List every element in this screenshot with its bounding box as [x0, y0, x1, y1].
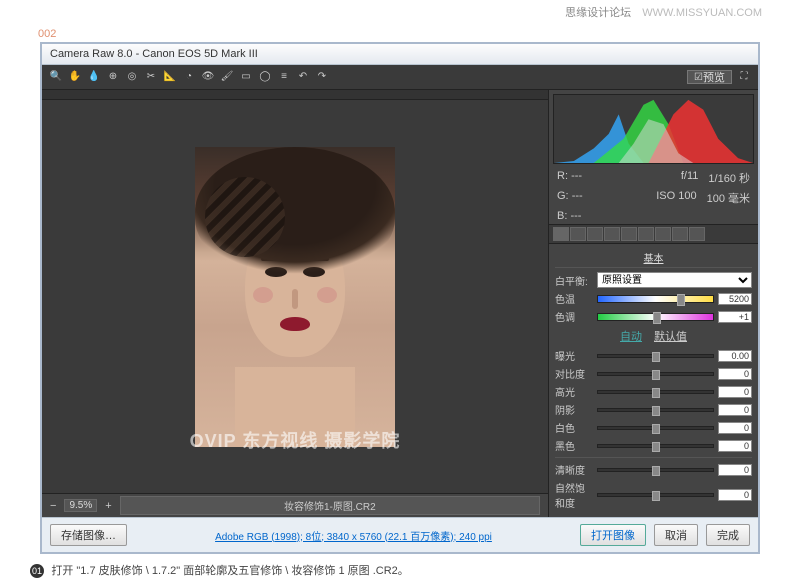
target-adjust-icon[interactable]: ◎	[124, 69, 140, 85]
caption-text: 打开 "1.7 皮肤修饰 \ 1.7.2" 面部轮廓及五官修饰 \ 妆容修饰 1…	[51, 565, 408, 577]
exposure-label: 曝光	[555, 348, 593, 363]
temp-slider[interactable]	[597, 295, 714, 303]
save-image-button[interactable]: 存储图像…	[50, 524, 127, 546]
tab-cal[interactable]	[672, 227, 688, 241]
temp-value[interactable]: 5200	[718, 293, 752, 305]
shadows-label: 阴影	[555, 402, 593, 417]
gradient-icon[interactable]: ▭	[238, 69, 254, 85]
canvas-top-bar	[42, 90, 548, 100]
clarity-value[interactable]: 0	[718, 464, 752, 476]
exif-readout: R: --- f/111/160 秒	[549, 168, 758, 188]
prefs-icon[interactable]: ≡	[276, 69, 292, 85]
zoom-level[interactable]: 9.5%	[64, 499, 97, 512]
tint-label: 色调	[555, 309, 593, 324]
sampler-icon[interactable]: ⊕	[105, 69, 121, 85]
hand-tool-icon[interactable]: ✋	[67, 69, 83, 85]
caption-number: 01	[30, 564, 44, 578]
eyedropper-icon[interactable]: 💧	[86, 69, 102, 85]
page-watermark: 思缘设计论坛 WWW.MISSYUAN.COM	[30, 0, 770, 24]
brush-icon[interactable]: 🖌	[219, 69, 235, 85]
filename-display: 妆容修饰1-原图.CR2	[120, 496, 540, 515]
shadows-slider[interactable]	[597, 408, 714, 412]
cancel-button[interactable]: 取消	[654, 524, 698, 546]
tab-fx[interactable]	[655, 227, 671, 241]
exposure-value[interactable]: 0.00	[718, 350, 752, 362]
workflow-link[interactable]: Adobe RGB (1998); 8位; 3840 x 5760 (22.1 …	[135, 528, 572, 543]
tab-basic[interactable]	[553, 227, 569, 241]
blacks-label: 黑色	[555, 438, 593, 453]
caption: 01 打开 "1.7 皮肤修饰 \ 1.7.2" 面部轮廓及五官修饰 \ 妆容修…	[0, 554, 800, 586]
watermark-en: WWW.MISSYUAN.COM	[642, 7, 762, 19]
zoom-in-icon[interactable]: +	[105, 500, 111, 512]
straighten-icon[interactable]: 📐	[162, 69, 178, 85]
blacks-slider[interactable]	[597, 444, 714, 448]
camera-raw-window: Camera Raw 8.0 - Canon EOS 5D Mark III 🔍…	[40, 42, 760, 554]
exif-readout-2: G: --- ISO 100100 毫米	[549, 188, 758, 208]
clarity-slider[interactable]	[597, 468, 714, 472]
histogram[interactable]	[553, 94, 754, 164]
image-canvas[interactable]: OVIP 东方视线 摄影学院	[42, 100, 548, 493]
fullscreen-icon[interactable]: ⛶	[736, 69, 752, 85]
crop-tool-icon[interactable]: ✂	[143, 69, 159, 85]
right-panel: R: --- f/111/160 秒 G: --- ISO 100100 毫米 …	[548, 90, 758, 517]
canvas-status-bar: − 9.5% + 妆容修饰1-原图.CR2	[42, 493, 548, 517]
highlights-label: 高光	[555, 384, 593, 399]
watermark-cn: 思缘设计论坛	[565, 7, 631, 19]
window-titlebar: Camera Raw 8.0 - Canon EOS 5D Mark III	[42, 44, 758, 65]
basic-panel: 基本 白平衡: 原照设置 色温 5200 色调 +1 自动 默认	[549, 244, 758, 517]
whites-label: 白色	[555, 420, 593, 435]
highlights-value[interactable]: 0	[718, 386, 752, 398]
wb-label: 白平衡:	[555, 273, 593, 288]
panel-tabs	[549, 224, 758, 244]
highlights-slider[interactable]	[597, 390, 714, 394]
done-button[interactable]: 完成	[706, 524, 750, 546]
whites-value[interactable]: 0	[718, 422, 752, 434]
exposure-slider[interactable]	[597, 354, 714, 358]
wb-select[interactable]: 原照设置	[597, 272, 752, 288]
vibrance-slider[interactable]	[597, 493, 714, 497]
clarity-label: 清晰度	[555, 462, 593, 477]
default-link[interactable]: 默认值	[654, 328, 687, 344]
radial-icon[interactable]: ◯	[257, 69, 273, 85]
vibrance-label: 自然饱和度	[555, 480, 593, 510]
shadows-value[interactable]: 0	[718, 404, 752, 416]
preview-checkbox[interactable]: ☑ 预览	[687, 70, 732, 84]
photo-preview	[195, 147, 395, 447]
tab-lens[interactable]	[638, 227, 654, 241]
zoom-tool-icon[interactable]: 🔍	[48, 69, 64, 85]
blacks-value[interactable]: 0	[718, 440, 752, 452]
open-image-button[interactable]: 打开图像	[580, 524, 646, 546]
zoom-out-icon[interactable]: −	[50, 500, 56, 512]
contrast-value[interactable]: 0	[718, 368, 752, 380]
vibrance-value[interactable]: 0	[718, 489, 752, 501]
temp-label: 色温	[555, 291, 593, 306]
toolbar: 🔍 ✋ 💧 ⊕ ◎ ✂ 📐 ◔ 👁 🖌 ▭ ◯ ≡ ↶ ↷ ☑ 预览 ⛶	[42, 65, 758, 90]
tab-detail[interactable]	[587, 227, 603, 241]
contrast-slider[interactable]	[597, 372, 714, 376]
canvas-watermark: OVIP 东方视线 摄影学院	[190, 427, 401, 453]
tab-hsl[interactable]	[604, 227, 620, 241]
rotate-ccw-icon[interactable]: ↶	[295, 69, 311, 85]
tab-preset[interactable]	[689, 227, 705, 241]
bottom-bar: 存储图像… Adobe RGB (1998); 8位; 3840 x 5760 …	[42, 517, 758, 552]
panel-title: 基本	[555, 248, 752, 268]
redeye-icon[interactable]: 👁	[200, 69, 216, 85]
tint-value[interactable]: +1	[718, 311, 752, 323]
contrast-label: 对比度	[555, 366, 593, 381]
tab-curve[interactable]	[570, 227, 586, 241]
whites-slider[interactable]	[597, 426, 714, 430]
exif-readout-3: B: ---	[549, 208, 758, 224]
tint-slider[interactable]	[597, 313, 714, 321]
tab-split[interactable]	[621, 227, 637, 241]
spot-removal-icon[interactable]: ◔	[181, 69, 197, 85]
rotate-cw-icon[interactable]: ↷	[314, 69, 330, 85]
auto-link[interactable]: 自动	[620, 328, 642, 344]
step-number: 002	[38, 28, 770, 40]
